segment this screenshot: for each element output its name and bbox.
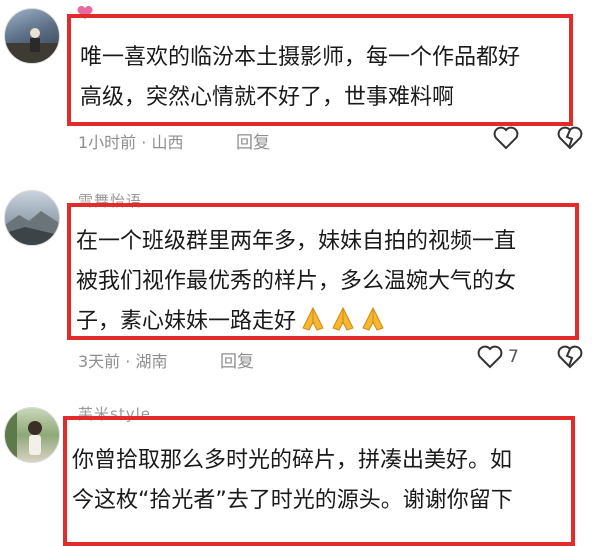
- comment-location: 湖南: [135, 352, 168, 371]
- comment-text-segment: 子，素心妹妹一路走好: [76, 309, 297, 334]
- comment-text-line: 你曾拾取那么多时光的碎片，拼凑出美好。如: [72, 448, 513, 473]
- folded-hands-icon: [332, 306, 354, 331]
- folded-hands-icon: [362, 306, 384, 331]
- avatar[interactable]: [4, 190, 60, 246]
- comment-text-line: 被我们视作最优秀的样片，多么温婉大气的女: [76, 269, 517, 294]
- like-count: 7: [508, 347, 519, 367]
- avatar-image: [5, 408, 42, 462]
- comment-text-line: 在一个班级群里两年多，妹妹自拍的视频一直: [76, 229, 517, 254]
- comment-text-line: 子，素心妹妹一路走好: [76, 302, 386, 342]
- comment-text-line: 唯一喜欢的临汾本土摄影师，每一个作品都好: [80, 45, 521, 70]
- comment-meta: 1小时前 · 山西: [78, 129, 183, 153]
- reply-button[interactable]: 回复: [236, 128, 270, 153]
- avatar-image: [5, 211, 59, 245]
- reply-button[interactable]: 回复: [220, 347, 254, 372]
- broken-heart-icon[interactable]: [556, 125, 584, 151]
- comment-time: 1小时前: [78, 133, 137, 152]
- comment-item: 唯一喜欢的临汾本土摄影师，每一个作品都好 高级，突然心情就不好了，世事难料啊 1…: [0, 0, 600, 170]
- heart-outline-icon[interactable]: [492, 125, 520, 151]
- folded-hands-icon: [302, 306, 324, 331]
- avatar[interactable]: [4, 8, 60, 64]
- avatar-image: [5, 28, 59, 63]
- comment-item: 雪舞怡语 在一个班级群里两年多，妹妹自拍的视频一直 被我们视作最优秀的样片，多么…: [0, 170, 600, 385]
- comment-location: 山西: [151, 133, 184, 152]
- broken-heart-icon[interactable]: [556, 344, 584, 370]
- comment-meta: 3天前 · 湖南: [78, 348, 167, 372]
- comment-text-line: 高级，突然心情就不好了，世事难料啊: [80, 85, 455, 110]
- avatar[interactable]: [4, 407, 60, 463]
- comment-item: 芙米style 你曾拾取那么多时光的碎片，拼凑出美好。如 今这枚“拾光者”去了时…: [0, 395, 600, 546]
- heart-outline-icon[interactable]: [476, 344, 504, 370]
- comment-time: 3天前: [78, 352, 121, 371]
- comment-text-line: 今这枚“拾光者”去了时光的源头。谢谢你留下: [72, 488, 513, 513]
- meta-separator: ·: [120, 352, 136, 371]
- meta-separator: ·: [136, 133, 152, 152]
